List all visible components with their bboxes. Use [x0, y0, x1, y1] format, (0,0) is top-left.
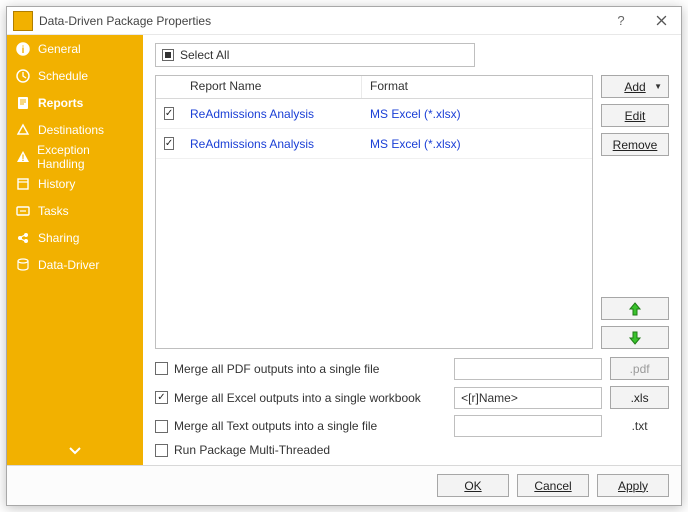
edit-button[interactable]: Edit [601, 104, 669, 127]
sidebar-item-reports[interactable]: Reports [7, 89, 143, 116]
multithread-label: Run Package Multi-Threaded [174, 443, 330, 457]
sidebar-item-tasks[interactable]: Tasks [7, 197, 143, 224]
dialog-footer: OK Cancel Apply [7, 465, 681, 505]
multithread-checkbox[interactable] [155, 444, 168, 457]
merge-pdf-checkbox[interactable] [155, 362, 168, 375]
help-button[interactable]: ? [601, 8, 641, 34]
merge-text-label: Merge all Text outputs into a single fil… [174, 419, 377, 433]
col-header-name[interactable]: Report Name [182, 76, 362, 98]
add-button[interactable]: Add ▼ [601, 75, 669, 98]
sidebar-item-destinations[interactable]: Destinations [7, 116, 143, 143]
table-row[interactable]: ✓ ReAdmissions Analysis MS Excel (*.xlsx… [156, 129, 592, 159]
row-report-name[interactable]: ReAdmissions Analysis [182, 107, 362, 121]
side-buttons: Add ▼ Edit Remove [601, 75, 669, 349]
select-all-checkbox[interactable] [162, 49, 174, 61]
table-header: Report Name Format [156, 76, 592, 99]
sidebar-item-label: Sharing [38, 231, 79, 245]
merge-text-checkbox[interactable] [155, 420, 168, 433]
sidebar-item-history[interactable]: History [7, 170, 143, 197]
add-button-label: Add [624, 80, 645, 94]
row-checkbox[interactable]: ✓ [164, 107, 174, 120]
sidebar-item-label: Destinations [38, 123, 104, 137]
merge-pdf-label: Merge all PDF outputs into a single file [174, 362, 379, 376]
dialog-window: Data-Driven Package Properties ? i Gener… [6, 6, 682, 506]
sidebar: i General Schedule Reports Des [7, 35, 143, 465]
merge-excel-label: Merge all Excel outputs into a single wo… [174, 391, 421, 405]
titlebar: Data-Driven Package Properties ? [7, 7, 681, 35]
select-all-label: Select All [180, 48, 229, 62]
sidebar-scroll-down-icon[interactable] [7, 445, 143, 459]
app-icon [13, 11, 33, 31]
sidebar-item-label: Tasks [38, 204, 69, 218]
merge-pdf-ext-button[interactable]: .pdf [610, 357, 669, 380]
destination-icon [15, 122, 31, 138]
history-icon [15, 176, 31, 192]
sidebar-item-exception[interactable]: ! Exception Handling [7, 143, 143, 170]
move-down-button[interactable] [601, 326, 669, 349]
sidebar-item-label: Reports [38, 96, 83, 110]
sidebar-item-general[interactable]: i General [7, 35, 143, 62]
warning-icon: ! [15, 149, 30, 165]
remove-button[interactable]: Remove [601, 133, 669, 156]
clock-icon [15, 68, 31, 84]
sidebar-item-label: General [38, 42, 81, 56]
merge-text-ext-label: .txt [610, 419, 669, 433]
sidebar-item-label: Schedule [38, 69, 88, 83]
row-checkbox[interactable]: ✓ [164, 137, 174, 150]
merge-excel-checkbox[interactable]: ✓ [155, 391, 168, 404]
chevron-down-icon: ▼ [654, 82, 662, 91]
sidebar-item-schedule[interactable]: Schedule [7, 62, 143, 89]
merge-text-filename-input[interactable] [454, 415, 602, 437]
row-report-format[interactable]: MS Excel (*.xlsx) [362, 107, 592, 121]
sidebar-item-label: Data-Driver [38, 258, 99, 272]
reports-table: Report Name Format ✓ ReAdmissions Analys… [155, 75, 593, 349]
merge-section: Merge all PDF outputs into a single file… [155, 357, 669, 465]
merge-pdf-filename-input[interactable] [454, 358, 602, 380]
close-button[interactable] [641, 8, 681, 34]
remove-button-label: Remove [613, 138, 658, 152]
main-panel: Select All Report Name Format ✓ ReAdmiss… [143, 35, 681, 465]
database-icon [15, 257, 31, 273]
sidebar-item-label: Exception Handling [37, 143, 135, 171]
tasks-icon [15, 203, 31, 219]
sidebar-item-datadriver[interactable]: Data-Driver [7, 251, 143, 278]
svg-text:i: i [22, 45, 25, 56]
move-up-button[interactable] [601, 297, 669, 320]
merge-excel-filename-input[interactable] [454, 387, 602, 409]
cancel-button[interactable]: Cancel [517, 474, 589, 497]
apply-button[interactable]: Apply [597, 474, 669, 497]
row-report-format[interactable]: MS Excel (*.xlsx) [362, 137, 592, 151]
sidebar-item-label: History [38, 177, 75, 191]
sharing-icon [15, 230, 31, 246]
col-header-format[interactable]: Format [362, 76, 592, 98]
merge-excel-ext-button[interactable]: .xls [610, 386, 669, 409]
window-title: Data-Driven Package Properties [39, 14, 601, 28]
row-report-name[interactable]: ReAdmissions Analysis [182, 137, 362, 151]
svg-text:!: ! [21, 153, 24, 163]
table-row[interactable]: ✓ ReAdmissions Analysis MS Excel (*.xlsx… [156, 99, 592, 129]
select-all-toggle[interactable]: Select All [155, 43, 475, 67]
info-icon: i [15, 41, 31, 57]
report-icon [15, 95, 31, 111]
edit-button-label: Edit [625, 109, 646, 123]
sidebar-item-sharing[interactable]: Sharing [7, 224, 143, 251]
ok-button[interactable]: OK [437, 474, 509, 497]
